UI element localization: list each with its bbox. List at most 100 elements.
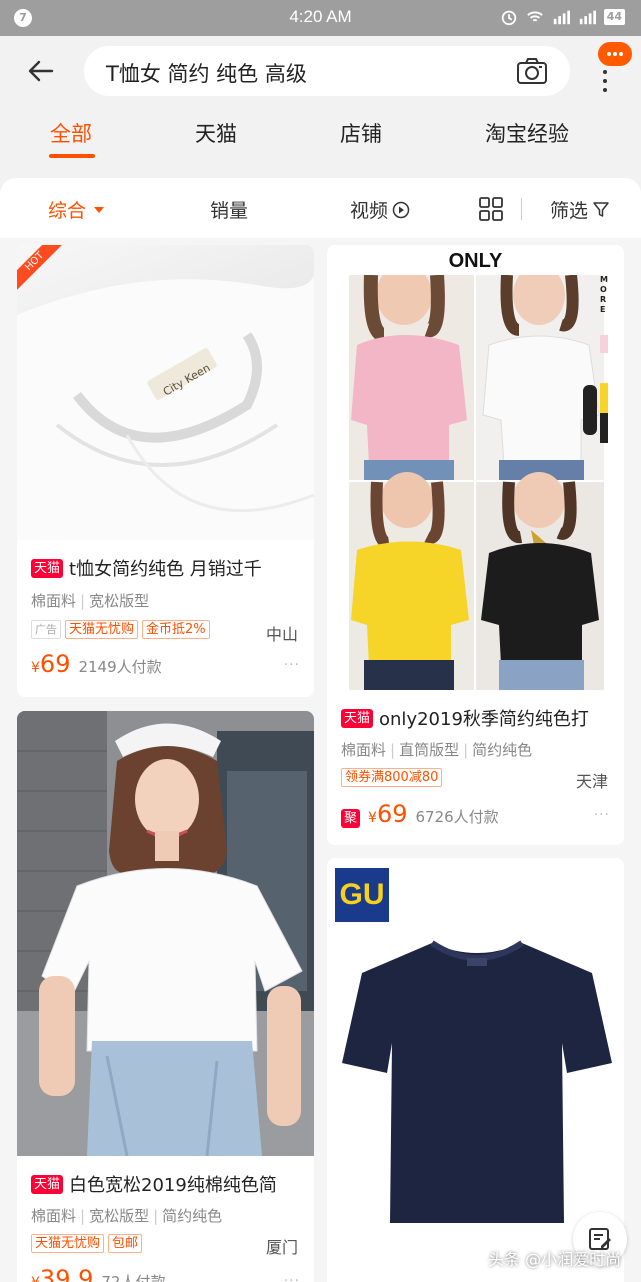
sales-count: 6726人付款 xyxy=(415,808,499,826)
tab-shops[interactable]: 店铺 xyxy=(340,118,382,148)
navy-tshirt-image xyxy=(342,940,612,1223)
product-title: 天猫 t恤女简约纯色 月销过千 xyxy=(31,555,262,581)
tab-taobao-experience[interactable]: 淘宝经验 xyxy=(485,118,569,148)
currency: ¥ xyxy=(31,1275,40,1282)
funnel-icon xyxy=(593,201,609,217)
models-collage-image xyxy=(349,275,604,690)
more-menu-button[interactable] xyxy=(594,42,632,98)
price: ¥39.9 xyxy=(31,1265,93,1282)
hot-ribbon: HOT xyxy=(17,245,71,299)
back-arrow-icon[interactable] xyxy=(26,56,56,86)
product-title-text: 白色宽松2019纯棉纯色简 xyxy=(69,1175,277,1196)
color-swatch-black xyxy=(600,413,608,443)
caret-down-icon xyxy=(94,206,105,213)
tmall-badge: 天猫 xyxy=(341,708,374,728)
currency: ¥ xyxy=(31,660,40,676)
wifi-icon xyxy=(526,11,543,22)
price-value: 69 xyxy=(376,800,408,828)
status-bar: 7 4:20 AM 44 xyxy=(0,0,641,36)
attr-1: 棉面料 xyxy=(31,1207,77,1225)
grid-view-icon[interactable] xyxy=(478,196,504,222)
signal-icon xyxy=(553,10,570,25)
coupon-tag: 领券满800减80 xyxy=(341,768,443,787)
active-tab-indicator xyxy=(49,154,95,158)
product-title: 天猫 only2019秋季简约纯色打 xyxy=(341,705,589,731)
tab-all[interactable]: 全部 xyxy=(50,118,92,148)
alarm-icon xyxy=(501,10,516,26)
product-card[interactable]: GU xyxy=(327,858,624,1282)
attr-2: 宽松版型 xyxy=(89,592,150,610)
product-title-text: t恤女简约纯色 月销过千 xyxy=(69,559,262,580)
more-options-icon[interactable]: ··· xyxy=(284,657,300,673)
price-row: ¥39.9 72人付款 xyxy=(31,1265,165,1282)
tab-tmall[interactable]: 天猫 xyxy=(195,118,237,148)
promo-tag: 金币抵2% xyxy=(142,620,210,639)
hot-label: HOT xyxy=(17,245,69,296)
product-attributes: 棉面料 | 宽松版型 | 简约纯色 xyxy=(31,1207,223,1225)
product-image: ONLY MORE xyxy=(327,245,624,695)
message-bubble-icon xyxy=(598,42,632,66)
attr-3: 简约纯色 xyxy=(162,1207,223,1225)
price-value: 69 xyxy=(39,650,71,678)
product-title-text: only2019秋季简约纯色打 xyxy=(379,709,589,730)
product-attributes: 棉面料 | 直筒版型 | 简约纯色 xyxy=(341,741,533,759)
more-dots-icon xyxy=(603,70,607,97)
play-circle-icon xyxy=(392,201,410,218)
product-card[interactable]: ONLY MORE 天猫 only2019秋季简约纯色打 棉面料 | 直筒版型 … xyxy=(327,245,624,845)
search-header: T恤女 简约 纯色 高级 全部 天猫 店铺 淘宝经验 xyxy=(0,36,641,180)
price-value: 39.9 xyxy=(39,1265,94,1282)
product-attributes: 棉面料 | 宽松版型 xyxy=(31,592,150,610)
shop-location: 中山 xyxy=(265,625,298,644)
shop-location: 天津 xyxy=(575,772,608,791)
filter-button[interactable]: 筛选 xyxy=(550,196,610,223)
price: ¥69 xyxy=(31,650,70,678)
tmall-badge: 天猫 xyxy=(31,558,64,578)
attr-1: 棉面料 xyxy=(31,592,77,610)
more-options-icon[interactable]: ··· xyxy=(594,807,610,823)
color-swatch-yellow xyxy=(600,383,608,413)
sales-count: 72人付款 xyxy=(101,1273,166,1282)
more-options-icon[interactable]: ··· xyxy=(284,1273,300,1282)
currency: ¥ xyxy=(368,810,377,826)
gu-logo: GU xyxy=(335,868,389,922)
sort-overall-label: 综合 xyxy=(48,200,87,222)
color-swatch-pink xyxy=(600,335,608,353)
promo-tag: 天猫无忧购 xyxy=(65,620,139,639)
price-row: ¥69 2149人付款 xyxy=(31,650,162,678)
only-logo: ONLY xyxy=(448,250,503,272)
shop-location: 厦门 xyxy=(265,1238,298,1257)
ju-badge: 聚 xyxy=(341,809,361,828)
product-image: GU xyxy=(327,858,624,1282)
ad-tag: 广告 xyxy=(31,620,61,639)
attr-3: 简约纯色 xyxy=(472,741,533,759)
search-input[interactable]: T恤女 简约 纯色 高级 xyxy=(84,46,570,96)
product-card[interactable]: 天猫 白色宽松2019纯棉纯色简 棉面料 | 宽松版型 | 简约纯色 天猫无忧购 包邮 … xyxy=(17,711,314,1282)
more-side-text: MORE xyxy=(600,275,608,314)
sort-bar: 综合 销量 视频 筛选 xyxy=(0,178,641,238)
sort-overall[interactable]: 综合 xyxy=(48,196,105,223)
sales-count: 2149人付款 xyxy=(78,658,162,676)
sort-video-label: 视频 xyxy=(350,200,389,222)
sort-divider xyxy=(521,198,522,220)
sort-sales[interactable]: 销量 xyxy=(210,196,248,223)
promo-tags: 广告 天猫无忧购 金币抵2% xyxy=(31,620,210,639)
camera-icon[interactable] xyxy=(516,57,548,85)
attr-1: 棉面料 xyxy=(341,741,387,759)
battery-level: 44 xyxy=(603,9,625,25)
attr-2: 直筒版型 xyxy=(399,741,460,759)
price: ¥69 xyxy=(368,800,407,828)
promo-tag: 天猫无忧购 xyxy=(31,1234,105,1253)
signal-icon xyxy=(579,10,596,25)
sort-video[interactable]: 视频 xyxy=(350,196,410,223)
watermark: 头条 @小润爱时尚 xyxy=(488,1250,622,1269)
model-white-tshirt-image xyxy=(17,711,314,1156)
promo-tag: 包邮 xyxy=(108,1234,143,1253)
product-title: 天猫 白色宽松2019纯棉纯色简 xyxy=(31,1171,277,1197)
search-query: T恤女 简约 纯色 高级 xyxy=(106,62,307,86)
product-image xyxy=(17,711,314,1156)
attr-2: 宽松版型 xyxy=(89,1207,150,1225)
search-tabs: 全部 天猫 店铺 淘宝经验 xyxy=(0,118,641,168)
price-row: 聚 ¥69 6726人付款 xyxy=(341,800,499,828)
product-card[interactable]: City Keen HOT 天猫 t恤女简约纯色 月销过千 棉面料 | 宽松版型 广… xyxy=(17,245,314,697)
tmall-badge: 天猫 xyxy=(31,1174,64,1194)
